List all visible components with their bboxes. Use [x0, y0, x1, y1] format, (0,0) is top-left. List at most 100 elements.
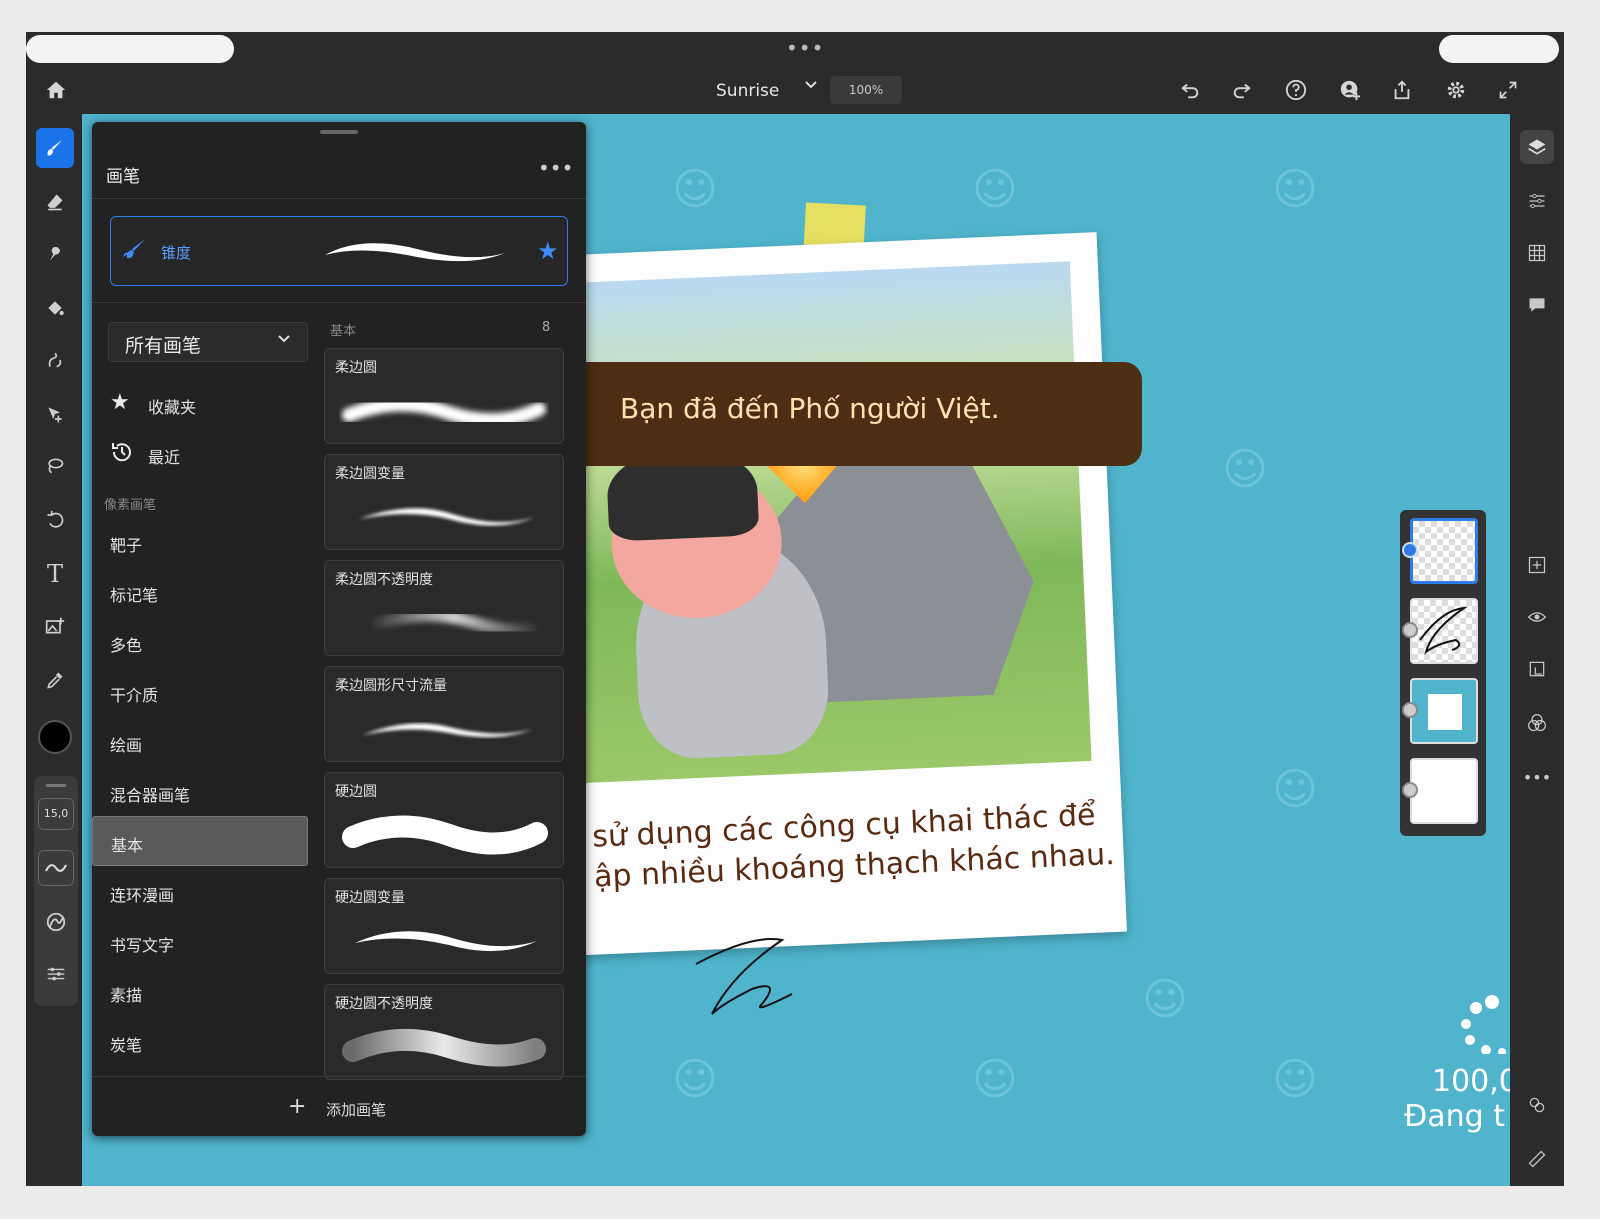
category-item[interactable]: 多色 — [92, 618, 308, 664]
share-icon[interactable] — [1386, 74, 1418, 106]
adjustments-icon[interactable] — [1520, 1088, 1554, 1122]
layer-select-dot[interactable] — [1402, 782, 1418, 798]
category-item[interactable]: 绘画 — [92, 718, 308, 764]
comment-icon[interactable] — [1520, 288, 1554, 322]
pressure-curve-icon[interactable] — [38, 904, 74, 940]
right-toolbar: ••• — [1510, 116, 1564, 1186]
eraser-tool-icon[interactable] — [36, 182, 74, 222]
section-header: 像素画笔 — [104, 498, 157, 513]
document-title[interactable]: Sunrise — [716, 81, 779, 101]
pattern-smiley-icon: ☺ — [1222, 444, 1268, 495]
category-item[interactable]: 炭笔 — [92, 1018, 308, 1064]
brush-card[interactable]: 柔边圆不透明度 — [324, 560, 564, 656]
brush-name: 硬边圆变量 — [335, 890, 405, 906]
color-swatch[interactable] — [38, 720, 72, 754]
brush-card[interactable]: 柔边圆 — [324, 348, 564, 444]
brush-stroke-preview — [363, 723, 533, 738]
favorite-star-icon[interactable]: ★ — [537, 237, 559, 265]
category-item[interactable]: 书写文字 — [92, 918, 308, 964]
category-recent[interactable]: 最近 — [92, 430, 308, 476]
fill-tool-icon[interactable] — [36, 288, 74, 328]
category-label: 干介质 — [110, 686, 159, 705]
transform-tool-icon[interactable] — [36, 500, 74, 540]
loading-label: Đang t — [1404, 1099, 1505, 1134]
zoom-level[interactable]: 100% — [830, 76, 902, 104]
brush-options-sliders-icon[interactable] — [38, 956, 74, 992]
category-label: 连环漫画 — [110, 886, 175, 905]
brush-name: 硬边圆 — [335, 784, 377, 800]
eyedropper-tool-icon[interactable] — [36, 660, 74, 700]
category-item-selected[interactable]: 基本 — [92, 816, 308, 866]
panel-grip[interactable] — [320, 130, 358, 134]
brush-icon — [121, 237, 149, 267]
undo-icon[interactable] — [1174, 74, 1206, 106]
brush-stroke-preview — [342, 815, 548, 855]
add-layer-icon[interactable] — [1520, 548, 1554, 582]
brush-size-value[interactable]: 15,0 — [38, 798, 74, 830]
stroke-smoothing-icon[interactable] — [38, 850, 74, 886]
home-icon[interactable] — [40, 74, 72, 106]
brush-card[interactable]: 柔边圆变量 — [324, 454, 564, 550]
add-brush-button[interactable]: + 添加画笔 — [288, 1094, 408, 1124]
divider — [92, 1076, 586, 1077]
brush-category-select[interactable]: 所有画笔 — [108, 322, 308, 362]
fullscreen-icon[interactable] — [1492, 74, 1524, 106]
ink-stroke — [695, 938, 793, 1015]
current-brush-name: 锥度 — [161, 244, 192, 262]
move-tool-icon[interactable] — [36, 394, 74, 434]
category-select-value: 所有画笔 — [125, 335, 202, 357]
layer-thumbnail[interactable] — [1410, 518, 1478, 584]
category-label: 绘画 — [110, 736, 143, 755]
category-item[interactable]: 干介质 — [92, 668, 308, 714]
type-tool-icon[interactable]: T — [36, 554, 74, 594]
brush-name: 柔边圆形尺寸流量 — [335, 678, 447, 694]
multitask-dots[interactable]: ••• — [786, 36, 824, 60]
layer-select-dot[interactable] — [1402, 702, 1418, 718]
place-image-icon[interactable] — [36, 606, 74, 646]
redo-icon[interactable] — [1226, 74, 1258, 106]
category-favorites[interactable]: ★ 收藏夹 — [92, 380, 308, 426]
category-item[interactable]: 连环漫画 — [92, 868, 308, 914]
grid-icon[interactable] — [1520, 236, 1554, 270]
settings-gear-icon[interactable] — [1440, 74, 1472, 106]
layer-properties-icon[interactable] — [1520, 184, 1554, 218]
layers-stack — [1400, 510, 1486, 836]
blend-mode-icon[interactable] — [1520, 706, 1554, 740]
layer-select-dot[interactable] — [1402, 622, 1418, 638]
panel-more-icon[interactable]: ••• — [538, 156, 573, 180]
current-brush[interactable]: 锥度 ★ — [110, 216, 568, 286]
group-grip[interactable] — [46, 784, 66, 787]
category-item[interactable]: 靶子 — [92, 518, 308, 564]
visibility-eye-icon[interactable] — [1520, 600, 1554, 634]
divider — [92, 198, 586, 199]
layer-thumbnail[interactable] — [1410, 678, 1478, 744]
lasso-tool-icon[interactable] — [36, 446, 74, 486]
category-label: 最近 — [148, 448, 181, 467]
category-item[interactable]: 素描 — [92, 968, 308, 1014]
brush-card[interactable]: 硬边圆 — [324, 772, 564, 868]
help-icon[interactable] — [1280, 74, 1312, 106]
chevron-down-icon[interactable] — [804, 78, 818, 96]
brush-card[interactable]: 硬边圆不透明度 — [324, 984, 564, 1080]
category-item[interactable]: 标记笔 — [92, 568, 308, 614]
liquify-tool-icon[interactable] — [36, 340, 74, 380]
game-illustration — [560, 261, 1092, 784]
mask-icon[interactable] — [1520, 652, 1554, 686]
layer-select-dot[interactable] — [1402, 542, 1418, 558]
smudge-tool-icon[interactable] — [36, 234, 74, 274]
pattern-smiley-icon: ☺ — [972, 1054, 1018, 1105]
brush-card[interactable]: 柔边圆形尺寸流量 — [324, 666, 564, 762]
brush-tool-icon[interactable] — [36, 128, 74, 168]
pattern-smiley-icon: ☺ — [1272, 764, 1318, 815]
layer-thumbnail[interactable] — [1410, 758, 1478, 824]
brush-set-label: 基本 — [330, 324, 357, 339]
brush-card[interactable]: 硬边圆变量 — [324, 878, 564, 974]
layer-thumbnail[interactable] — [1410, 598, 1478, 664]
loading-spinner-icon — [1461, 995, 1506, 1054]
invite-user-icon[interactable] — [1334, 74, 1366, 106]
layers-icon[interactable] — [1520, 130, 1554, 164]
category-item[interactable]: 混合器画笔 — [92, 768, 308, 814]
more-options-icon[interactable]: ••• — [1520, 760, 1554, 794]
ruler-icon[interactable] — [1520, 1142, 1554, 1176]
category-label: 多色 — [110, 636, 143, 655]
